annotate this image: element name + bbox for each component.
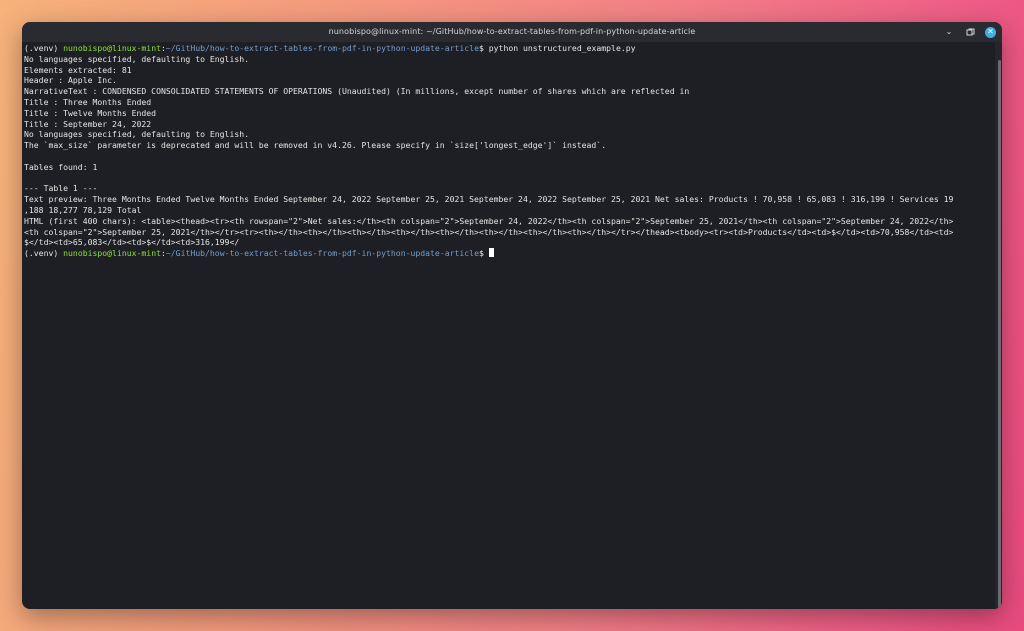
prompt-venv: (.venv) — [24, 248, 64, 259]
scrollbar-thumb[interactable] — [998, 60, 1001, 609]
prompt-symbol: $ — [478, 43, 489, 53]
output-line: Text preview: Three Months Ended Twelve … — [24, 194, 954, 205]
prompt-path: ~/GitHub/how-to-extract-tables-from-pdf-… — [165, 43, 479, 53]
output-line: HTML (first 400 chars): <table><thead><t… — [24, 215, 954, 226]
prompt-venv: (.venv) — [24, 43, 64, 53]
output-line: Header : Apple Inc. — [24, 75, 117, 86]
scrollbar[interactable] — [995, 42, 1002, 609]
output-line: $</td><td>65,083</td><td>$</td><td>316,1… — [24, 237, 240, 248]
output-line: NarrativeText : CONDENSED CONSOLIDATED S… — [24, 86, 690, 97]
prompt-line: (.venv) nunobispo@linux-mint:~/GitHub/ho… — [24, 43, 995, 54]
text-cursor — [488, 248, 494, 258]
prompt-user: nunobispo@linux-mint — [63, 43, 161, 53]
prompt-symbol: $ — [478, 248, 489, 259]
output-line: Tables found: 1 — [24, 161, 98, 172]
terminal-window: nunobispo@linux-mint: ~/GitHub/how-to-ex… — [22, 22, 1002, 609]
maximize-icon[interactable] — [964, 26, 976, 38]
window-title: nunobispo@linux-mint: ~/GitHub/how-to-ex… — [328, 27, 696, 36]
close-icon[interactable]: ✕ — [985, 26, 996, 38]
prompt-line: (.venv) nunobispo@linux-mint:~/GitHub/ho… — [24, 248, 995, 259]
output-segment: $</td><td>70,958</td><td> — [831, 226, 954, 237]
title-bar[interactable]: nunobispo@linux-mint: ~/GitHub/how-to-ex… — [22, 22, 1002, 42]
prompt-user: nunobispo@linux-mint — [63, 248, 161, 259]
output-line: No languages specified, defaulting to En… — [24, 129, 250, 140]
output-line: Elements extracted: 81 — [24, 64, 132, 75]
prompt-path: ~/GitHub/how-to-extract-tables-from-pdf-… — [165, 248, 479, 259]
output-line: ,188 18,277 78,129 Total — [24, 204, 142, 215]
output-segment: <th colspan="2">September 25, 2021</th><… — [24, 226, 832, 237]
output-line: Title : Twelve Months Ended — [24, 107, 157, 118]
output-line: Title : Three Months Ended — [24, 96, 152, 107]
command-text: python unstructured_example.py — [488, 43, 636, 53]
output-line: The `max_size` parameter is deprecated a… — [24, 140, 607, 151]
output-line: Title : September 24, 2022 — [24, 118, 152, 129]
output-line: No languages specified, defaulting to En… — [24, 53, 250, 64]
output-line: --- Table 1 --- — [24, 183, 98, 194]
output-line: <th colspan="2">September 25, 2021</th><… — [24, 227, 995, 238]
window-controls: ⌄ ✕ — [943, 22, 996, 42]
terminal-output[interactable]: (.venv) nunobispo@linux-mint:~/GitHub/ho… — [22, 42, 995, 609]
minimize-icon[interactable]: ⌄ — [943, 26, 955, 38]
